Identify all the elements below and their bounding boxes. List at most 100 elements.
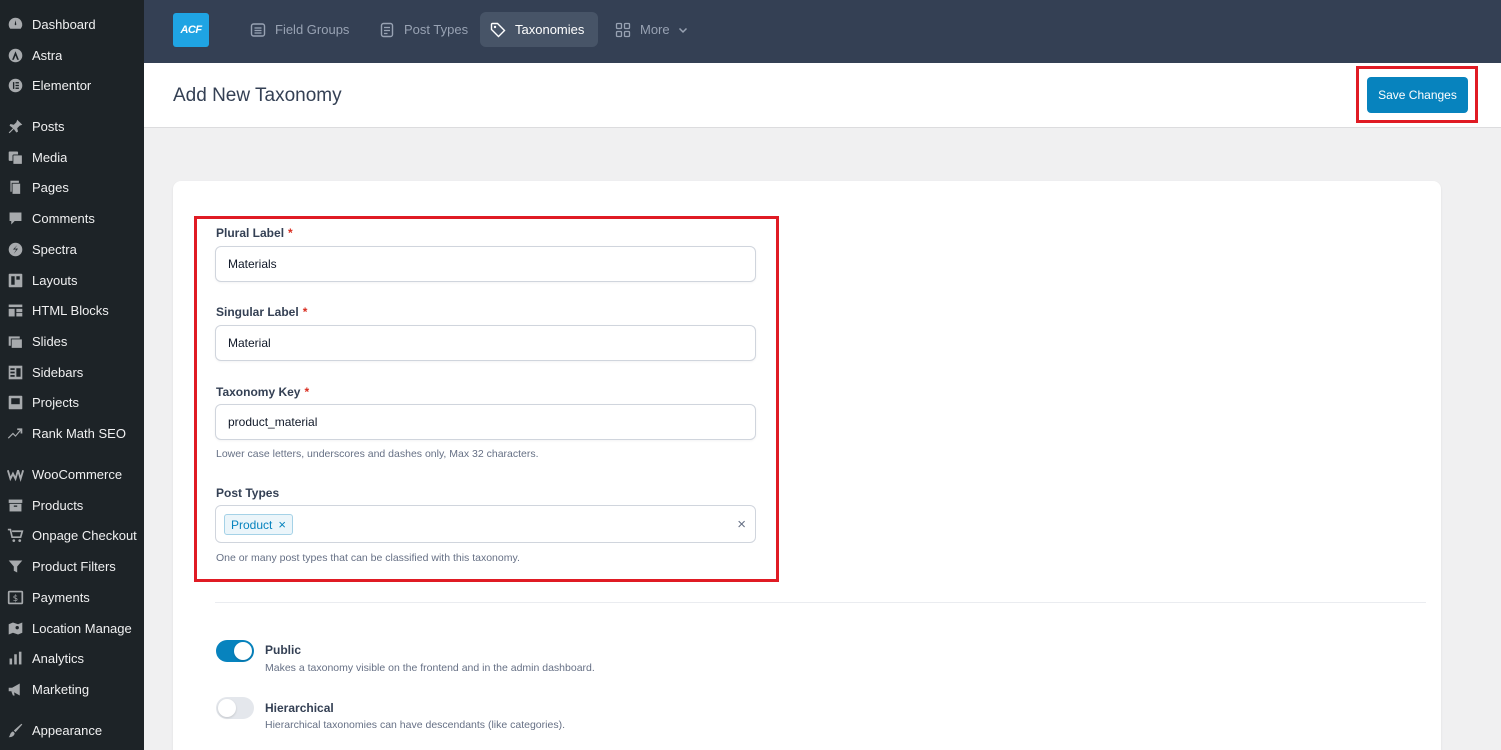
pages-icon <box>7 179 24 196</box>
pin-icon <box>7 118 24 135</box>
sidebar-item-astra[interactable]: Astra <box>0 42 144 68</box>
filter-icon <box>7 558 24 575</box>
sidebar-item-label: Comments <box>32 210 95 226</box>
grid-icon <box>615 22 631 37</box>
required-marker: * <box>288 226 293 240</box>
document-icon <box>380 22 394 37</box>
page-header: Add New Taxonomy Save Changes <box>144 63 1501 128</box>
sidebar-item-marketing[interactable]: Marketing <box>0 676 144 702</box>
hierarchical-toggle[interactable] <box>216 697 254 719</box>
selected-tag-product[interactable]: Product × <box>224 514 293 535</box>
hierarchical-toggle-title: Hierarchical <box>265 701 334 715</box>
required-marker: * <box>304 385 310 399</box>
public-toggle-title: Public <box>265 643 302 657</box>
list-icon <box>250 22 266 37</box>
chevron-down-icon <box>678 27 687 33</box>
sidebar-item-label: Dashboard <box>32 16 96 32</box>
sidebar-item-payments[interactable]: $ Payments <box>0 584 144 610</box>
taxonomy-key-label: Taxonomy Key * <box>216 385 310 399</box>
sidebar-item-elementor[interactable]: Elementor <box>0 72 144 98</box>
remove-tag-icon[interactable]: × <box>278 517 286 532</box>
sidebar-item-posts[interactable]: Posts <box>0 113 144 139</box>
analytics-icon <box>7 650 24 667</box>
acf-logo[interactable]: ACF <box>173 13 209 47</box>
spectra-icon <box>7 241 24 258</box>
sidebar-item-label: Appearance <box>32 722 103 738</box>
projects-icon <box>7 394 24 411</box>
tab-label: Taxonomies <box>515 22 585 37</box>
location-icon <box>7 620 24 637</box>
layouts-icon <box>7 272 24 289</box>
sidebar-item-label: Analytics <box>32 650 85 666</box>
sidebar-item-onpage-checkout[interactable]: Onpage Checkout <box>0 522 144 548</box>
sidebar-item-rank-math-seo[interactable]: Rank Math SEO <box>0 420 144 446</box>
sidebar-item-dashboard[interactable]: Dashboard <box>0 11 144 37</box>
sidebar-item-label: Spectra <box>32 241 77 257</box>
sidebar-item-product-filters[interactable]: Product Filters <box>0 553 144 579</box>
slides-icon <box>7 333 24 350</box>
sidebar-item-slides[interactable]: Slides <box>0 328 144 354</box>
post-types-help: One or many post types that can be class… <box>216 552 520 564</box>
acf-topbar: ACF Field Groups Post Types Taxonomies M… <box>144 0 1501 63</box>
comment-icon <box>7 210 24 227</box>
brush-icon <box>7 722 24 739</box>
tag-label: Product <box>231 517 273 532</box>
page-title: Add New Taxonomy <box>173 85 342 106</box>
elementor-icon <box>7 77 24 94</box>
sidebar-item-spectra[interactable]: Spectra <box>0 236 144 262</box>
tab-taxonomies[interactable]: Taxonomies <box>480 12 599 47</box>
taxonomy-settings-panel: Plural Label* Singular Label* Taxonomy K… <box>173 181 1441 750</box>
sidebar-item-analytics[interactable]: Analytics <box>0 645 144 671</box>
public-toggle[interactable] <box>216 640 254 662</box>
tab-post-types[interactable]: Post Types <box>369 12 482 47</box>
sidebar-item-label: Media <box>32 149 68 165</box>
plural-label-input[interactable] <box>215 246 756 282</box>
post-types-select[interactable]: Product × × <box>215 505 756 543</box>
sidebar-item-woocommerce[interactable]: WooCommerce <box>0 461 144 487</box>
svg-text:$: $ <box>13 593 18 603</box>
sidebars-icon <box>7 364 24 381</box>
sidebar-item-label: HTML Blocks <box>32 302 109 318</box>
singular-label-label: Singular Label * <box>216 305 308 319</box>
sidebar-item-html-blocks[interactable]: HTML Blocks <box>0 297 144 323</box>
sidebar-item-label: Products <box>32 497 84 513</box>
sidebar-item-label: Elementor <box>32 77 92 93</box>
sidebar-item-label: WooCommerce <box>32 466 123 482</box>
sidebar-item-projects[interactable]: Projects <box>0 389 144 415</box>
sidebar-item-appearance[interactable]: Appearance <box>0 717 144 743</box>
tab-field-groups[interactable]: Field Groups <box>240 12 363 47</box>
admin-sidebar: Dashboard Astra Elementor Posts Media Pa… <box>0 0 144 750</box>
sidebar-item-label: Slides <box>32 333 68 349</box>
clear-selection-icon[interactable]: × <box>737 516 746 533</box>
plural-label-label: Plural Label * <box>216 226 293 240</box>
toggle-knob <box>234 642 252 660</box>
tag-icon <box>490 22 506 37</box>
taxonomy-key-input[interactable] <box>215 404 756 440</box>
sidebar-item-layouts[interactable]: Layouts <box>0 267 144 293</box>
sidebar-item-label: Pages <box>32 179 69 195</box>
sidebar-item-pages[interactable]: Pages <box>0 174 144 200</box>
archive-icon <box>7 497 24 514</box>
tab-more[interactable]: More <box>605 12 702 47</box>
post-types-label: Post Types <box>216 486 280 500</box>
public-toggle-description: Makes a taxonomy visible on the frontend… <box>265 662 595 674</box>
sidebar-item-label: Product Filters <box>32 558 116 574</box>
megaphone-icon <box>7 681 24 698</box>
sidebar-item-location-manage[interactable]: Location Manage <box>0 615 144 641</box>
sidebar-item-media[interactable]: Media <box>0 144 144 170</box>
save-changes-button[interactable]: Save Changes <box>1367 77 1468 113</box>
sidebar-item-label: Onpage Checkout <box>32 527 137 543</box>
sidebar-item-label: Layouts <box>32 272 78 288</box>
sidebar-item-products[interactable]: Products <box>0 492 144 518</box>
sidebar-item-sidebars[interactable]: Sidebars <box>0 359 144 385</box>
required-marker: * <box>302 305 308 319</box>
section-divider <box>215 602 1426 603</box>
singular-label-input[interactable] <box>215 325 756 361</box>
sidebar-item-label: Payments <box>32 589 90 605</box>
sidebar-item-comments[interactable]: Comments <box>0 205 144 231</box>
tab-label: More <box>640 22 670 37</box>
astra-icon <box>7 47 24 64</box>
tab-label: Post Types <box>404 22 469 37</box>
sidebar-item-label: Rank Math SEO <box>32 425 126 441</box>
sidebar-item-label: Posts <box>32 118 65 134</box>
